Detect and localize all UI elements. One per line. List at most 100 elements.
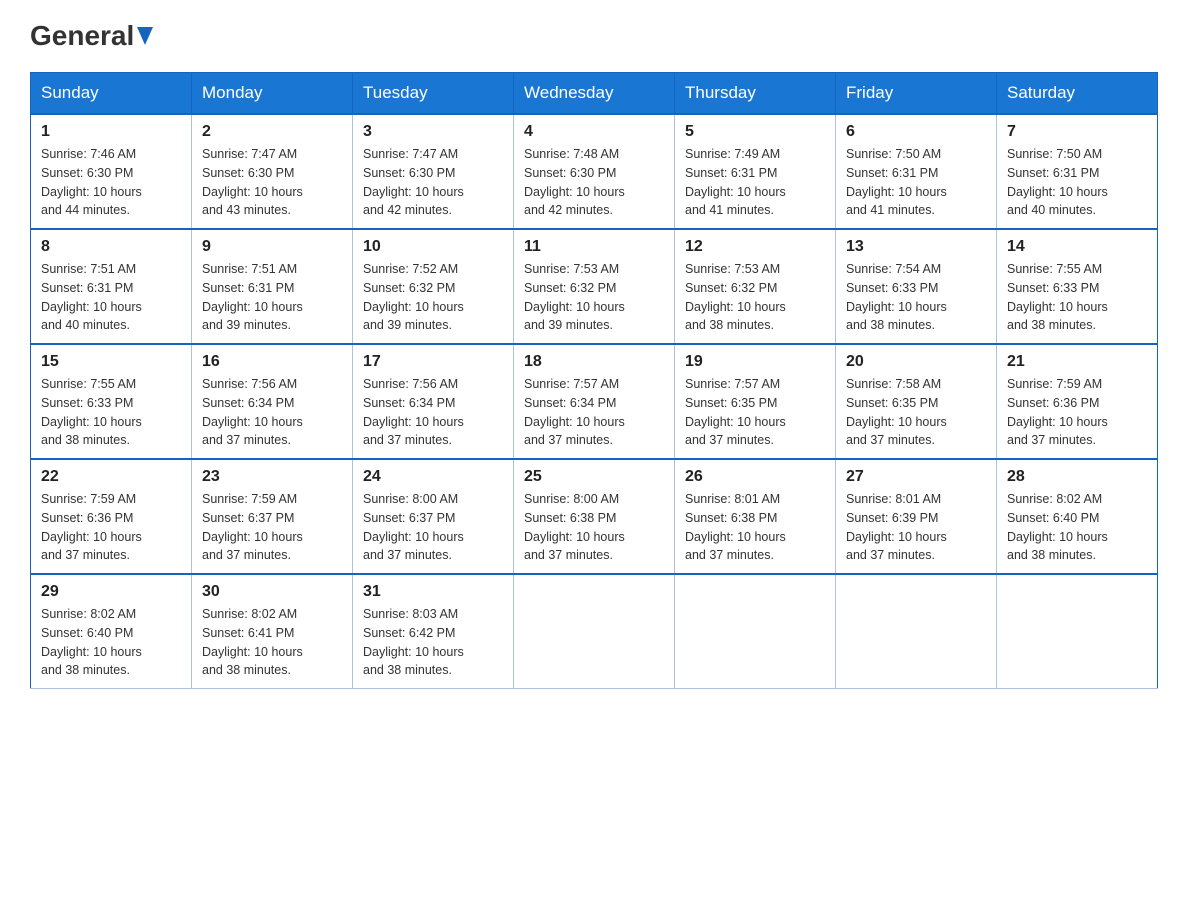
day-info: Sunrise: 7:53 AM Sunset: 6:32 PM Dayligh…	[524, 260, 664, 335]
day-number: 23	[202, 468, 342, 486]
calendar-header-row: SundayMondayTuesdayWednesdayThursdayFrid…	[31, 73, 1158, 115]
calendar-week-1: 1 Sunrise: 7:46 AM Sunset: 6:30 PM Dayli…	[31, 114, 1158, 229]
day-number: 29	[41, 583, 181, 601]
day-info: Sunrise: 7:56 AM Sunset: 6:34 PM Dayligh…	[363, 375, 503, 450]
day-info: Sunrise: 7:53 AM Sunset: 6:32 PM Dayligh…	[685, 260, 825, 335]
calendar-cell: 8 Sunrise: 7:51 AM Sunset: 6:31 PM Dayli…	[31, 229, 192, 344]
day-info: Sunrise: 7:59 AM Sunset: 6:36 PM Dayligh…	[41, 490, 181, 565]
calendar-cell: 29 Sunrise: 8:02 AM Sunset: 6:40 PM Dayl…	[31, 574, 192, 689]
calendar-cell: 3 Sunrise: 7:47 AM Sunset: 6:30 PM Dayli…	[353, 114, 514, 229]
calendar-cell: 25 Sunrise: 8:00 AM Sunset: 6:38 PM Dayl…	[514, 459, 675, 574]
calendar-cell: 2 Sunrise: 7:47 AM Sunset: 6:30 PM Dayli…	[192, 114, 353, 229]
day-info: Sunrise: 7:55 AM Sunset: 6:33 PM Dayligh…	[1007, 260, 1147, 335]
day-info: Sunrise: 7:46 AM Sunset: 6:30 PM Dayligh…	[41, 145, 181, 220]
calendar-cell: 9 Sunrise: 7:51 AM Sunset: 6:31 PM Dayli…	[192, 229, 353, 344]
day-info: Sunrise: 7:57 AM Sunset: 6:34 PM Dayligh…	[524, 375, 664, 450]
day-header-wednesday: Wednesday	[514, 73, 675, 115]
day-info: Sunrise: 8:02 AM Sunset: 6:41 PM Dayligh…	[202, 605, 342, 680]
day-info: Sunrise: 7:57 AM Sunset: 6:35 PM Dayligh…	[685, 375, 825, 450]
day-info: Sunrise: 8:01 AM Sunset: 6:38 PM Dayligh…	[685, 490, 825, 565]
day-header-tuesday: Tuesday	[353, 73, 514, 115]
calendar-cell: 16 Sunrise: 7:56 AM Sunset: 6:34 PM Dayl…	[192, 344, 353, 459]
logo: General	[30, 20, 153, 52]
day-number: 14	[1007, 238, 1147, 256]
day-header-monday: Monday	[192, 73, 353, 115]
day-info: Sunrise: 8:02 AM Sunset: 6:40 PM Dayligh…	[1007, 490, 1147, 565]
calendar-cell: 31 Sunrise: 8:03 AM Sunset: 6:42 PM Dayl…	[353, 574, 514, 689]
day-number: 10	[363, 238, 503, 256]
day-number: 7	[1007, 123, 1147, 141]
day-header-friday: Friday	[836, 73, 997, 115]
day-info: Sunrise: 7:59 AM Sunset: 6:37 PM Dayligh…	[202, 490, 342, 565]
calendar-cell: 21 Sunrise: 7:59 AM Sunset: 6:36 PM Dayl…	[997, 344, 1158, 459]
day-info: Sunrise: 7:47 AM Sunset: 6:30 PM Dayligh…	[202, 145, 342, 220]
calendar-cell: 28 Sunrise: 8:02 AM Sunset: 6:40 PM Dayl…	[997, 459, 1158, 574]
day-number: 17	[363, 353, 503, 371]
day-number: 15	[41, 353, 181, 371]
day-number: 5	[685, 123, 825, 141]
day-number: 13	[846, 238, 986, 256]
day-info: Sunrise: 8:00 AM Sunset: 6:37 PM Dayligh…	[363, 490, 503, 565]
calendar-cell	[675, 574, 836, 689]
calendar-cell: 27 Sunrise: 8:01 AM Sunset: 6:39 PM Dayl…	[836, 459, 997, 574]
day-number: 20	[846, 353, 986, 371]
calendar-cell: 24 Sunrise: 8:00 AM Sunset: 6:37 PM Dayl…	[353, 459, 514, 574]
calendar-table: SundayMondayTuesdayWednesdayThursdayFrid…	[30, 72, 1158, 689]
logo-arrow-icon	[137, 27, 153, 50]
calendar-cell: 6 Sunrise: 7:50 AM Sunset: 6:31 PM Dayli…	[836, 114, 997, 229]
day-info: Sunrise: 7:52 AM Sunset: 6:32 PM Dayligh…	[363, 260, 503, 335]
calendar-cell: 30 Sunrise: 8:02 AM Sunset: 6:41 PM Dayl…	[192, 574, 353, 689]
day-number: 2	[202, 123, 342, 141]
calendar-week-5: 29 Sunrise: 8:02 AM Sunset: 6:40 PM Dayl…	[31, 574, 1158, 689]
day-number: 1	[41, 123, 181, 141]
calendar-cell	[836, 574, 997, 689]
calendar-cell: 11 Sunrise: 7:53 AM Sunset: 6:32 PM Dayl…	[514, 229, 675, 344]
day-number: 11	[524, 238, 664, 256]
day-info: Sunrise: 8:03 AM Sunset: 6:42 PM Dayligh…	[363, 605, 503, 680]
calendar-cell	[997, 574, 1158, 689]
day-number: 25	[524, 468, 664, 486]
calendar-cell: 1 Sunrise: 7:46 AM Sunset: 6:30 PM Dayli…	[31, 114, 192, 229]
day-info: Sunrise: 7:59 AM Sunset: 6:36 PM Dayligh…	[1007, 375, 1147, 450]
calendar-cell: 4 Sunrise: 7:48 AM Sunset: 6:30 PM Dayli…	[514, 114, 675, 229]
day-info: Sunrise: 7:50 AM Sunset: 6:31 PM Dayligh…	[846, 145, 986, 220]
calendar-cell: 20 Sunrise: 7:58 AM Sunset: 6:35 PM Dayl…	[836, 344, 997, 459]
day-number: 24	[363, 468, 503, 486]
day-info: Sunrise: 7:54 AM Sunset: 6:33 PM Dayligh…	[846, 260, 986, 335]
day-number: 21	[1007, 353, 1147, 371]
day-number: 31	[363, 583, 503, 601]
day-info: Sunrise: 7:58 AM Sunset: 6:35 PM Dayligh…	[846, 375, 986, 450]
day-info: Sunrise: 7:50 AM Sunset: 6:31 PM Dayligh…	[1007, 145, 1147, 220]
calendar-week-3: 15 Sunrise: 7:55 AM Sunset: 6:33 PM Dayl…	[31, 344, 1158, 459]
calendar-cell: 5 Sunrise: 7:49 AM Sunset: 6:31 PM Dayli…	[675, 114, 836, 229]
day-number: 19	[685, 353, 825, 371]
calendar-week-4: 22 Sunrise: 7:59 AM Sunset: 6:36 PM Dayl…	[31, 459, 1158, 574]
day-number: 26	[685, 468, 825, 486]
day-header-sunday: Sunday	[31, 73, 192, 115]
day-info: Sunrise: 7:49 AM Sunset: 6:31 PM Dayligh…	[685, 145, 825, 220]
calendar-cell: 10 Sunrise: 7:52 AM Sunset: 6:32 PM Dayl…	[353, 229, 514, 344]
day-info: Sunrise: 7:48 AM Sunset: 6:30 PM Dayligh…	[524, 145, 664, 220]
day-number: 12	[685, 238, 825, 256]
day-number: 28	[1007, 468, 1147, 486]
day-number: 16	[202, 353, 342, 371]
day-number: 9	[202, 238, 342, 256]
calendar-cell: 22 Sunrise: 7:59 AM Sunset: 6:36 PM Dayl…	[31, 459, 192, 574]
day-number: 6	[846, 123, 986, 141]
calendar-cell: 14 Sunrise: 7:55 AM Sunset: 6:33 PM Dayl…	[997, 229, 1158, 344]
day-header-saturday: Saturday	[997, 73, 1158, 115]
day-number: 3	[363, 123, 503, 141]
day-number: 18	[524, 353, 664, 371]
day-info: Sunrise: 7:51 AM Sunset: 6:31 PM Dayligh…	[41, 260, 181, 335]
day-info: Sunrise: 8:00 AM Sunset: 6:38 PM Dayligh…	[524, 490, 664, 565]
calendar-cell: 15 Sunrise: 7:55 AM Sunset: 6:33 PM Dayl…	[31, 344, 192, 459]
calendar-cell: 7 Sunrise: 7:50 AM Sunset: 6:31 PM Dayli…	[997, 114, 1158, 229]
calendar-cell: 26 Sunrise: 8:01 AM Sunset: 6:38 PM Dayl…	[675, 459, 836, 574]
day-number: 8	[41, 238, 181, 256]
calendar-cell: 12 Sunrise: 7:53 AM Sunset: 6:32 PM Dayl…	[675, 229, 836, 344]
day-info: Sunrise: 7:55 AM Sunset: 6:33 PM Dayligh…	[41, 375, 181, 450]
day-number: 22	[41, 468, 181, 486]
day-info: Sunrise: 8:02 AM Sunset: 6:40 PM Dayligh…	[41, 605, 181, 680]
day-number: 27	[846, 468, 986, 486]
day-number: 30	[202, 583, 342, 601]
